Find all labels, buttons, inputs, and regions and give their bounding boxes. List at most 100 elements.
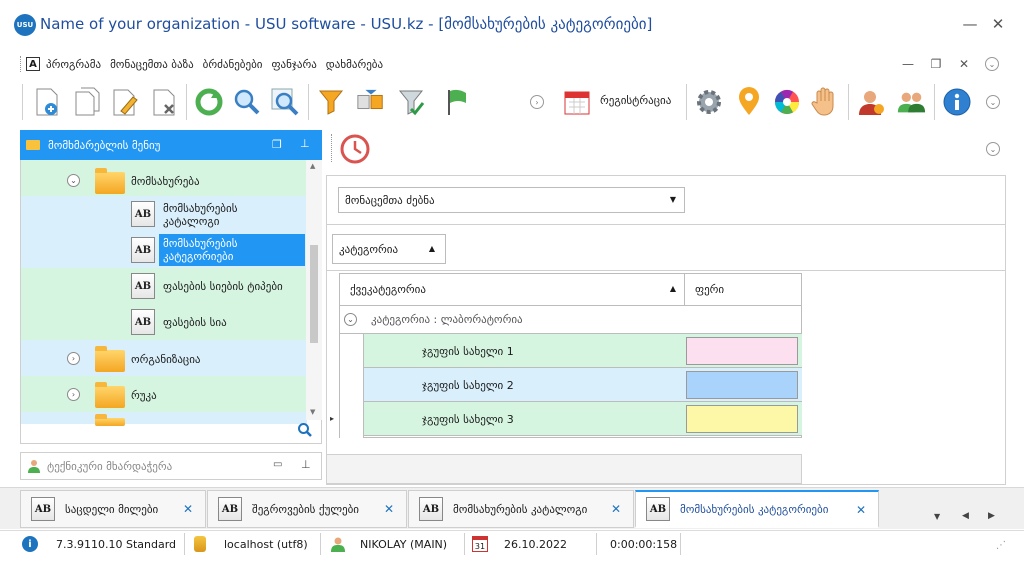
menu-grip (20, 56, 22, 72)
tab-scroll-left-icon[interactable]: ◀ (962, 511, 969, 521)
clock-icon[interactable] (340, 134, 370, 167)
info-icon: i (22, 536, 38, 552)
tree-label: ფასების სიების ტიპები (163, 280, 283, 293)
close-button[interactable]: ✕ (986, 14, 1010, 34)
menu-program[interactable]: პროგრამა (46, 58, 101, 71)
expand-icon[interactable]: › (67, 388, 80, 401)
advanced-search-icon[interactable] (270, 86, 300, 118)
tab-service-catalog[interactable]: AB მომსახურების კატალოგი ✕ (408, 490, 634, 528)
edit-record-icon[interactable] (110, 86, 140, 118)
filter-columns-icon[interactable] (356, 86, 386, 118)
table-row[interactable]: ჯგუფის სახელი 3 (364, 402, 802, 436)
color-swatch[interactable] (686, 371, 798, 399)
tree-folder-organization[interactable]: › ორგანიზაცია (21, 340, 307, 376)
tree-item-price-list[interactable]: AB ფასების სია (21, 304, 307, 340)
registration-label[interactable]: რეგისტრაცია (600, 94, 671, 107)
expand-icon[interactable]: › (67, 352, 80, 365)
mdi-minimize-icon[interactable]: — (900, 56, 916, 72)
add-record-icon[interactable] (32, 86, 62, 118)
tree-search-icon[interactable] (297, 422, 313, 441)
panel-float-icon[interactable]: ❐ (272, 138, 282, 151)
tree-folder-services[interactable]: ⌄ მომსახურება (21, 160, 307, 196)
settings-gear-icon[interactable] (694, 86, 724, 118)
table-row[interactable]: ჯგუფის სახელი 1 (364, 334, 802, 368)
tech-support-panel[interactable]: ტექნიკური მხარდაჭერა ▭ ⊥ (20, 452, 322, 480)
search-icon[interactable] (232, 86, 262, 118)
toolbar-separator (186, 84, 187, 120)
sort-asc-icon[interactable]: ▲ (670, 284, 676, 293)
tab-scroll-right-icon[interactable]: ▶ (988, 511, 995, 521)
tab-close-icon[interactable]: ✕ (611, 502, 621, 516)
tech-panel-minimize-icon[interactable]: ▭ (273, 459, 282, 470)
info-icon[interactable] (942, 86, 972, 118)
ab-document-icon: AB (419, 497, 443, 521)
collapse-icon[interactable]: ⌄ (67, 174, 80, 187)
tree-item-service-catalog[interactable]: AB მომსახურების კატალოგი (21, 196, 307, 232)
tree-item-price-list-types[interactable]: AB ფასების სიების ტიპები (21, 268, 307, 304)
app-menu-icon[interactable]: A (26, 57, 40, 71)
color-wheel-icon[interactable] (772, 86, 802, 118)
group-row[interactable]: ⌄ კატეგორია : ლაბორატორია (340, 306, 801, 334)
hand-stop-icon[interactable] (810, 86, 840, 118)
tree-folder-map[interactable]: › რუკა (21, 376, 307, 412)
toolbar-end-overflow-icon[interactable]: ⌄ (978, 86, 1008, 118)
column-header-subcategory[interactable]: ქვეკატეგორია ▲ (340, 274, 684, 306)
group-by-category-chip[interactable]: კატეგორია ▲ (332, 234, 446, 264)
toolbar-separator (308, 84, 309, 120)
scroll-up-icon[interactable]: ▲ (310, 162, 315, 170)
support-user-icon (27, 459, 41, 473)
calendar-icon[interactable] (562, 86, 592, 118)
tab-label: შეგროვების ქულები (252, 502, 359, 516)
menu-help[interactable]: დახმარება (326, 58, 383, 71)
user-icon[interactable] (856, 86, 886, 118)
color-swatch[interactable] (686, 337, 798, 365)
mdi-close-icon[interactable]: ✕ (956, 56, 972, 72)
tab-collection-points[interactable]: AB შეგროვების ქულები ✕ (207, 490, 407, 528)
group-by-label: კატეგორია (339, 242, 399, 256)
filter-apply-icon[interactable] (396, 86, 426, 118)
divider (326, 224, 1006, 225)
toolbar-separator (686, 84, 687, 120)
toolbar-overflow-icon[interactable]: › (522, 86, 552, 118)
ab-document-icon: AB (646, 497, 670, 521)
minimize-button[interactable]: — (958, 14, 982, 34)
copy-record-icon[interactable] (72, 86, 102, 118)
resize-grip-icon[interactable]: ⋰ (996, 540, 1006, 551)
current-row-indicator: ▸ (330, 414, 335, 423)
tree-label-selected: მომსახურების კატეგორიები (163, 237, 238, 263)
mdi-restore-icon[interactable]: ❐ (928, 56, 944, 72)
table-row[interactable]: ჯგუფის სახელი 2 (364, 368, 802, 402)
tab-list-dropdown-icon[interactable]: ▼ (934, 512, 940, 521)
menu-window[interactable]: ფანჯარა (271, 58, 316, 71)
menu-overflow-icon[interactable]: ⌄ (984, 56, 1000, 72)
folder-icon (95, 346, 125, 372)
users-group-icon[interactable] (896, 86, 926, 118)
tech-panel-pin-icon[interactable]: ⊥ (301, 458, 311, 471)
tab-close-icon[interactable]: ✕ (183, 502, 193, 516)
database-search-dropdown[interactable]: მონაცემთა ძებნა ▼ (338, 187, 685, 213)
tree-scrollbar-thumb[interactable] (310, 245, 318, 343)
column-header-color[interactable]: ფერი (684, 274, 801, 306)
tab-service-categories[interactable]: AB მომსახურების კატეგორიები ✕ (635, 490, 879, 528)
tab-test-tubes[interactable]: AB საცდელი მილები ✕ (20, 490, 206, 528)
refresh-icon[interactable] (194, 86, 224, 118)
menu-database[interactable]: მონაცემთა ბაზა (110, 58, 194, 71)
map-pin-icon[interactable] (734, 86, 764, 118)
collapse-icon[interactable]: ⌄ (344, 313, 357, 326)
color-swatch[interactable] (686, 405, 798, 433)
filter-icon[interactable] (316, 86, 346, 118)
menu-commands[interactable]: ბრძანებები (203, 58, 263, 71)
app-logo-icon: USU (14, 14, 36, 36)
ab-document-icon: AB (31, 497, 55, 521)
tab-close-icon[interactable]: ✕ (384, 502, 394, 516)
tree-item-service-categories[interactable]: AB მომსახურების კატეგორიები (21, 232, 307, 268)
sort-asc-icon[interactable]: ▲ (429, 244, 435, 253)
delete-record-icon[interactable] (150, 86, 180, 118)
tab-label: მომსახურების კატეგორიები (680, 502, 829, 516)
right-panel-overflow-icon[interactable]: ⌄ (986, 142, 1000, 156)
panel-pin-icon[interactable]: ⊥ (300, 137, 310, 150)
scroll-down-icon[interactable]: ▼ (310, 408, 315, 416)
toolbar-grip (22, 84, 23, 120)
flag-icon[interactable] (442, 86, 472, 118)
tab-close-icon[interactable]: ✕ (856, 503, 866, 517)
